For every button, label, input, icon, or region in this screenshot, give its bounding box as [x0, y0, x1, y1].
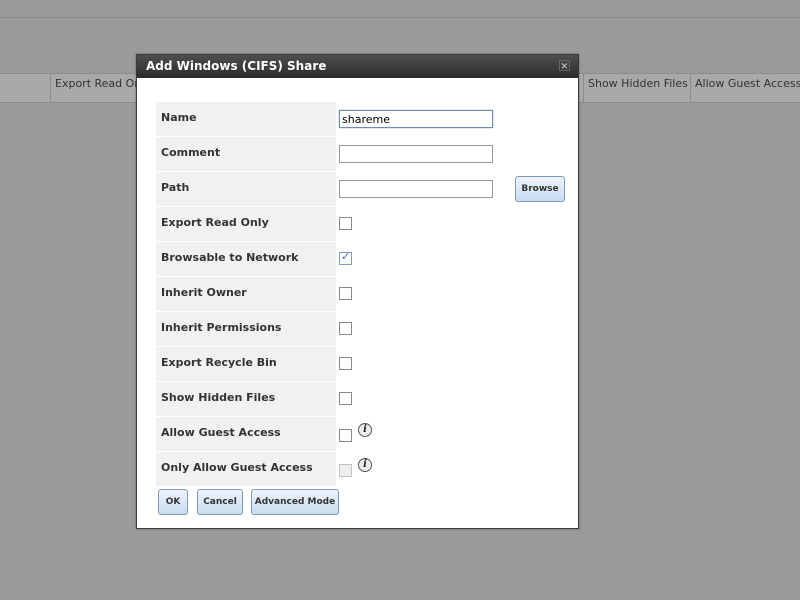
export-recycle-bin-label: Export Recycle Bin	[156, 347, 336, 381]
allow-guest-access-info-icon[interactable]: i	[358, 423, 372, 437]
show-hidden-files-label: Show Hidden Files	[156, 382, 336, 416]
inherit-owner-label: Inherit Owner	[156, 277, 336, 311]
comment-input[interactable]	[339, 145, 493, 163]
name-input[interactable]	[339, 110, 493, 128]
path-input[interactable]	[339, 180, 493, 198]
allow-guest-access-label: Allow Guest Access	[156, 417, 336, 451]
allow-guest-access-checkbox[interactable]	[339, 429, 352, 442]
cancel-button[interactable]: Cancel	[197, 489, 243, 515]
inherit-permissions-label: Inherit Permissions	[156, 312, 336, 346]
name-label: Name	[156, 102, 336, 136]
bg-column-export-read-only[interactable]: Export Read Only	[50, 74, 151, 102]
dialog-titlebar[interactable]: Add Windows (CIFS) Share ×	[137, 55, 578, 78]
only-allow-guest-access-checkbox	[339, 464, 352, 477]
show-hidden-files-checkbox[interactable]	[339, 392, 352, 405]
comment-label: Comment	[156, 137, 336, 171]
path-label: Path	[156, 172, 336, 206]
export-recycle-bin-checkbox[interactable]	[339, 357, 352, 370]
advanced-mode-button[interactable]: Advanced Mode	[251, 489, 339, 515]
export-read-only-label: Export Read Only	[156, 207, 336, 241]
only-allow-guest-access-label: Only Allow Guest Access	[156, 452, 336, 486]
bg-column-allow-guest-access[interactable]: Allow Guest Access	[690, 74, 800, 102]
dialog-title: Add Windows (CIFS) Share	[146, 59, 327, 73]
bg-column-show-hidden-files[interactable]: Show Hidden Files	[583, 74, 690, 102]
top-divider	[0, 17, 800, 18]
close-icon[interactable]: ×	[559, 60, 570, 72]
browse-button[interactable]: Browse	[515, 176, 565, 202]
inherit-permissions-checkbox[interactable]	[339, 322, 352, 335]
browsable-checkbox[interactable]	[339, 250, 352, 265]
add-cifs-share-dialog: Add Windows (CIFS) Share × Name Comment …	[136, 54, 579, 529]
browsable-label: Browsable to Network Clients	[156, 242, 336, 296]
export-read-only-checkbox[interactable]	[339, 217, 352, 230]
inherit-owner-checkbox[interactable]	[339, 287, 352, 300]
ok-button[interactable]: OK	[158, 489, 188, 515]
only-allow-guest-access-info-icon[interactable]: i	[358, 458, 372, 472]
